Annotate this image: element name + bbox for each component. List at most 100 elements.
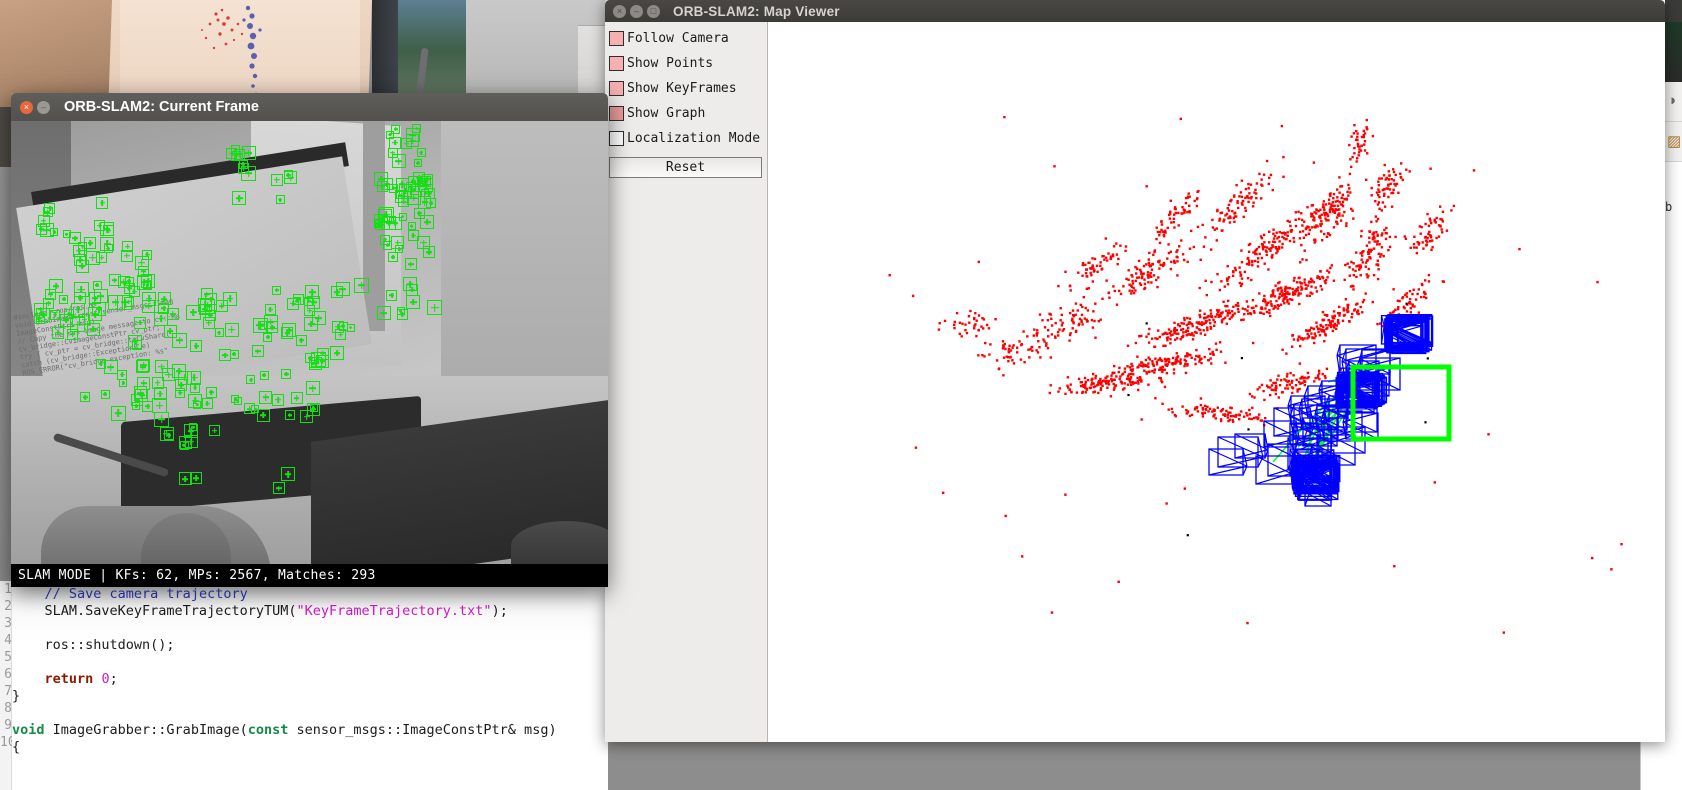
- reset-button[interactable]: Reset: [609, 157, 762, 178]
- map-point: [1620, 543, 1623, 546]
- checkbox-row-show-graph[interactable]: Show Graph: [609, 101, 767, 126]
- map-point: [1195, 331, 1198, 334]
- map-point: [1081, 391, 1084, 395]
- map-point: [1378, 207, 1381, 210]
- map-point: [937, 328, 941, 331]
- current-frame-titlebar[interactable]: × – ORB-SLAM2: Current Frame: [11, 93, 608, 121]
- map-point: [964, 329, 967, 332]
- orb-keypoint: [420, 214, 435, 229]
- map-point: [1374, 200, 1377, 203]
- map-point: [953, 320, 956, 324]
- map-point: [1352, 288, 1355, 291]
- map-point: [974, 323, 977, 326]
- map-point: [938, 322, 941, 325]
- map-point: [1319, 285, 1322, 288]
- checkbox-checked-icon[interactable]: [609, 81, 624, 96]
- map-point: [1115, 253, 1119, 256]
- map-point: [1258, 386, 1261, 389]
- map-point: [1114, 384, 1117, 388]
- map-point: [1440, 218, 1444, 221]
- map-viewer-window[interactable]: × – □ ORB-SLAM2: Map Viewer Follow Camer…: [605, 0, 1665, 742]
- map-point: [1077, 271, 1080, 274]
- code-editor[interactable]: 1 // Save camera trajectory 2 SLAM.SaveKe…: [0, 581, 608, 790]
- map-point: [1299, 230, 1302, 234]
- map-point: [1392, 188, 1395, 191]
- checkbox-checked-icon[interactable]: [609, 56, 624, 71]
- map-point: [1199, 403, 1203, 407]
- checkbox-row-show-keyframes[interactable]: Show KeyFrames: [609, 76, 767, 101]
- map-point: [1301, 381, 1304, 384]
- checkbox-checked-icon[interactable]: [609, 106, 624, 121]
- map-point: [1360, 235, 1363, 238]
- checkbox-row-follow-camera[interactable]: Follow Camera: [609, 26, 767, 51]
- edit-icon[interactable]: ▨: [1667, 132, 1681, 150]
- map-point: [1404, 237, 1408, 240]
- orb-keypoint: [395, 191, 404, 200]
- map-point: [1275, 299, 1278, 303]
- map-point: [1334, 208, 1337, 211]
- orb-keypoint: [96, 252, 108, 264]
- map-point: [1265, 250, 1268, 253]
- map-point: [1147, 281, 1150, 284]
- map-point: [1269, 249, 1272, 252]
- map-point: [1518, 247, 1521, 251]
- map-point: [1331, 201, 1334, 204]
- map-point: [1370, 186, 1373, 190]
- editor-code-area[interactable]: 1 // Save camera trajectory 2 SLAM.SaveKe…: [0, 581, 608, 790]
- map-point: [1339, 219, 1343, 222]
- map-point: [1301, 224, 1304, 227]
- minimize-icon[interactable]: –: [630, 4, 643, 18]
- map-point: [1184, 196, 1188, 200]
- map-point: [1260, 237, 1264, 240]
- map-viewer-titlebar[interactable]: × – □ ORB-SLAM2: Map Viewer: [605, 0, 1665, 22]
- current-frame-window[interactable]: × – ORB-SLAM2: Current Frame #include <r…: [11, 93, 608, 587]
- checkbox-row-localization-mode[interactable]: Localization Mode: [609, 126, 767, 151]
- orb-keypoint: [414, 159, 423, 168]
- map-viewer-title: ORB-SLAM2: Map Viewer: [673, 3, 840, 19]
- map-point: [1417, 311, 1420, 314]
- map-point: [1118, 289, 1121, 293]
- orb-keypoint: [404, 258, 417, 271]
- sliver-toolbar-2[interactable]: ▨: [1665, 122, 1682, 162]
- sliver-toolbar-1[interactable]: ◑: [1665, 82, 1682, 122]
- map-point: [1218, 341, 1222, 344]
- map-point: [1002, 356, 1006, 359]
- orb-keypoint: [386, 289, 398, 301]
- map-point: [1306, 377, 1309, 380]
- maximize-icon[interactable]: □: [647, 4, 660, 18]
- map-point: [1247, 305, 1250, 308]
- orb-keypoint: [135, 388, 149, 402]
- map-point: [1277, 245, 1281, 249]
- close-icon[interactable]: ×: [613, 4, 626, 18]
- map-point: [1143, 286, 1147, 290]
- line-number: 2: [4, 599, 12, 614]
- map-point: [1286, 387, 1290, 390]
- orb-keypoint: [389, 136, 402, 149]
- map-point: [1382, 254, 1385, 258]
- map-point: [1338, 176, 1341, 179]
- map-point: [1174, 338, 1177, 341]
- map-point: [1047, 335, 1050, 338]
- map-point: [1004, 347, 1007, 351]
- map-point: [1240, 179, 1244, 182]
- map-point: [1383, 163, 1386, 167]
- close-icon[interactable]: ×: [20, 100, 33, 114]
- minimize-icon[interactable]: –: [37, 100, 50, 114]
- map-point: [1323, 313, 1327, 317]
- shield-icon[interactable]: ◑: [1667, 92, 1676, 109]
- checkbox-unchecked-icon[interactable]: [609, 131, 624, 146]
- orb-keypoint: [123, 296, 134, 307]
- checkbox-checked-icon[interactable]: [609, 31, 624, 46]
- orb-keypoint: [300, 410, 314, 424]
- orb-keypoint: [219, 349, 232, 362]
- map-point: [1295, 378, 1298, 382]
- pangolin-control-panel[interactable]: Follow Camera Show Points Show KeyFrames Sh…: [605, 22, 768, 742]
- map-point: [1261, 307, 1264, 311]
- map-point: [1203, 333, 1207, 336]
- map-point: [1235, 304, 1238, 307]
- map-point: [1189, 353, 1192, 357]
- 3d-map-viewport[interactable]: [768, 22, 1665, 742]
- map-point: [1258, 172, 1261, 176]
- map-point: [1387, 195, 1390, 199]
- checkbox-row-show-points[interactable]: Show Points: [609, 51, 767, 76]
